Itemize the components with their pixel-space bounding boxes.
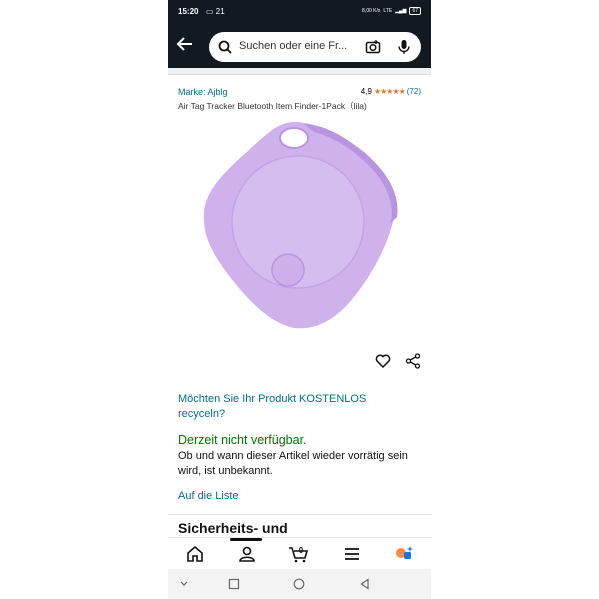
system-nav-bar — [168, 569, 431, 599]
menu-icon[interactable] — [341, 544, 363, 564]
add-to-list-link[interactable]: Auf die Liste — [178, 490, 239, 502]
cart-count: 0 — [299, 546, 304, 555]
phone-screen: 15:20 ▭ 21 8,00 K/s LTE ▂▄▆ 67 Suchen od… — [168, 0, 431, 599]
rating-value: 4,9 — [360, 87, 372, 96]
brand-link[interactable]: Marke: Ajblg — [178, 87, 228, 97]
battery-icon: 67 — [409, 7, 421, 15]
status-time: 15:20 — [178, 7, 199, 16]
net-speed: 8,00 K/s — [362, 8, 381, 14]
section-heading: Sicherheits- und — [178, 520, 288, 536]
battery-level: 67 — [412, 8, 418, 14]
message-icon: ▭ — [206, 7, 214, 16]
cart-icon[interactable]: 0 — [288, 544, 310, 564]
section-divider — [168, 514, 431, 515]
home-icon[interactable] — [184, 544, 206, 564]
recycle-link[interactable]: Möchten Sie Ihr Produkt KOSTENLOS recyce… — [178, 392, 398, 422]
active-tab-indicator — [230, 538, 262, 541]
account-icon[interactable] — [236, 544, 258, 564]
rufus-icon[interactable] — [393, 544, 415, 564]
search-input[interactable]: Suchen oder eine Fr... — [239, 40, 347, 52]
rating[interactable]: 4,9 ★★★★★ (72) — [361, 87, 421, 96]
availability-detail: Ob und wann dieser Artikel wieder vorrät… — [178, 450, 408, 477]
status-icons: 8,00 K/s LTE ▂▄▆ 67 — [362, 7, 421, 15]
product-title: Air Tag Tracker Bluetooth Item Finder-1P… — [178, 101, 367, 111]
microphone-icon[interactable] — [397, 39, 411, 55]
chevron-down-icon[interactable] — [177, 577, 191, 591]
tracker-button — [271, 253, 305, 287]
bottom-nav: 0 — [168, 537, 431, 570]
network-type: LTE — [383, 8, 393, 14]
notification-count: ▭ 21 — [206, 7, 225, 16]
signal-icon: ▂▄▆ — [395, 8, 407, 14]
camera-search-icon[interactable] — [365, 39, 381, 55]
stars-icon: ★★★★★ — [373, 87, 406, 96]
home-button-icon[interactable] — [292, 577, 306, 591]
availability-status: Derzeit nicht verfügbar. — [178, 433, 307, 447]
back-arrow-icon[interactable] — [176, 35, 196, 55]
status-bar: 15:20 ▭ 21 8,00 K/s LTE ▂▄▆ 67 — [168, 0, 431, 24]
search-icon — [218, 40, 232, 54]
back-button-icon[interactable] — [358, 577, 372, 591]
top-bar: Suchen oder eine Fr... — [168, 24, 431, 68]
heart-icon[interactable] — [375, 353, 391, 369]
recent-apps-icon[interactable] — [227, 577, 241, 591]
share-icon[interactable] — [405, 353, 421, 369]
review-count[interactable]: (72) — [407, 87, 421, 96]
subnav-strip — [168, 68, 431, 75]
product-image[interactable] — [194, 112, 404, 342]
search-bar[interactable]: Suchen oder eine Fr... — [209, 32, 421, 62]
product-actions — [375, 353, 421, 369]
notification-count-label: 21 — [215, 7, 225, 16]
